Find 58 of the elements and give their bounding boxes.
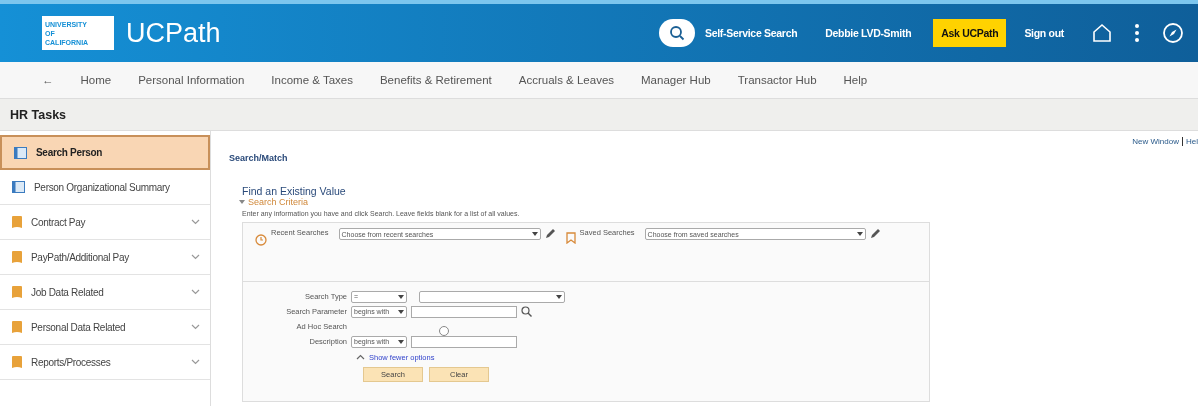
folder-icon [12, 320, 22, 334]
page-icon [14, 146, 27, 159]
collapse-triangle-icon[interactable] [239, 199, 245, 205]
sidebar-item[interactable]: Reports/Processes [0, 345, 210, 380]
nav-link[interactable]: Manager Hub [641, 74, 711, 86]
back-link[interactable]: ← [42, 74, 54, 86]
nav-link[interactable]: Benefits & Retirement [379, 74, 492, 86]
new-window-link[interactable]: New Window [1132, 137, 1179, 146]
nav-link[interactable]: Transactor Hub [737, 74, 817, 86]
heading: Find an Existing Value [242, 185, 347, 197]
nav-link[interactable]: Income & Taxes [271, 74, 353, 86]
sidebar-item[interactable]: Personal Data Related [0, 310, 210, 345]
description-field[interactable] [411, 335, 517, 348]
clock-icon [255, 234, 267, 246]
pencil-icon[interactable] [869, 228, 881, 239]
dropdown-arrow-icon [556, 294, 562, 299]
page-icon [12, 181, 25, 193]
nav-link[interactable]: Help [843, 74, 868, 86]
chevron-down-icon [191, 324, 200, 330]
sidebar-item[interactable]: Search Person [0, 135, 210, 170]
nav-link[interactable]: Personal Information [138, 74, 245, 86]
dropdown-arrow-icon [531, 232, 538, 236]
bookmark-icon [565, 232, 576, 244]
truncated-link[interactable]: Hel [1182, 137, 1198, 146]
nav-link[interactable]: Accruals & Leaves [518, 74, 615, 86]
search-icon[interactable] [658, 19, 695, 47]
compass-icon[interactable] [1162, 22, 1184, 44]
home-icon[interactable] [1092, 23, 1112, 43]
breadcrumb: Search/Match [229, 153, 289, 163]
chevron-down-icon [191, 359, 200, 365]
chevron-down-icon [191, 289, 200, 295]
folder-icon [12, 250, 22, 264]
folder-icon [12, 355, 22, 369]
dropdown-arrow-icon [856, 232, 863, 236]
nav-link[interactable]: Home [80, 74, 112, 86]
pencil-icon[interactable] [544, 228, 556, 239]
self-service-search-link[interactable]: Self-Service Search [704, 27, 798, 39]
dropdown-arrow-icon [398, 309, 404, 314]
dropdown-arrow-icon [398, 294, 404, 299]
sidebar-item[interactable]: Job Data Related [0, 275, 210, 310]
page-title: HR Tasks [10, 107, 67, 122]
chevron-down-icon [191, 219, 200, 225]
dropdown-arrow-icon [398, 339, 404, 344]
more-menu-icon[interactable] [1134, 23, 1140, 43]
user-name-link[interactable]: Debbie LVD-Smith [825, 27, 912, 39]
ad-hoc-checkbox[interactable] [439, 325, 449, 336]
folder-icon [12, 215, 22, 229]
lookup-icon[interactable] [521, 306, 532, 317]
folder-icon [12, 285, 22, 299]
app-name: UCPath [126, 17, 221, 49]
chevron-up-icon [356, 354, 365, 360]
sidebar-item[interactable]: Contract Pay [0, 205, 210, 240]
sign-out-link[interactable]: Sign out [1024, 27, 1064, 39]
chevron-down-icon [191, 254, 200, 260]
sidebar-item[interactable]: Person Organizational Summary [0, 170, 210, 205]
search-parameter-field[interactable] [411, 305, 517, 318]
ask-button[interactable]: Ask UCPath [933, 19, 1007, 47]
sidebar-item[interactable]: PayPath/Additional Pay [0, 240, 210, 275]
